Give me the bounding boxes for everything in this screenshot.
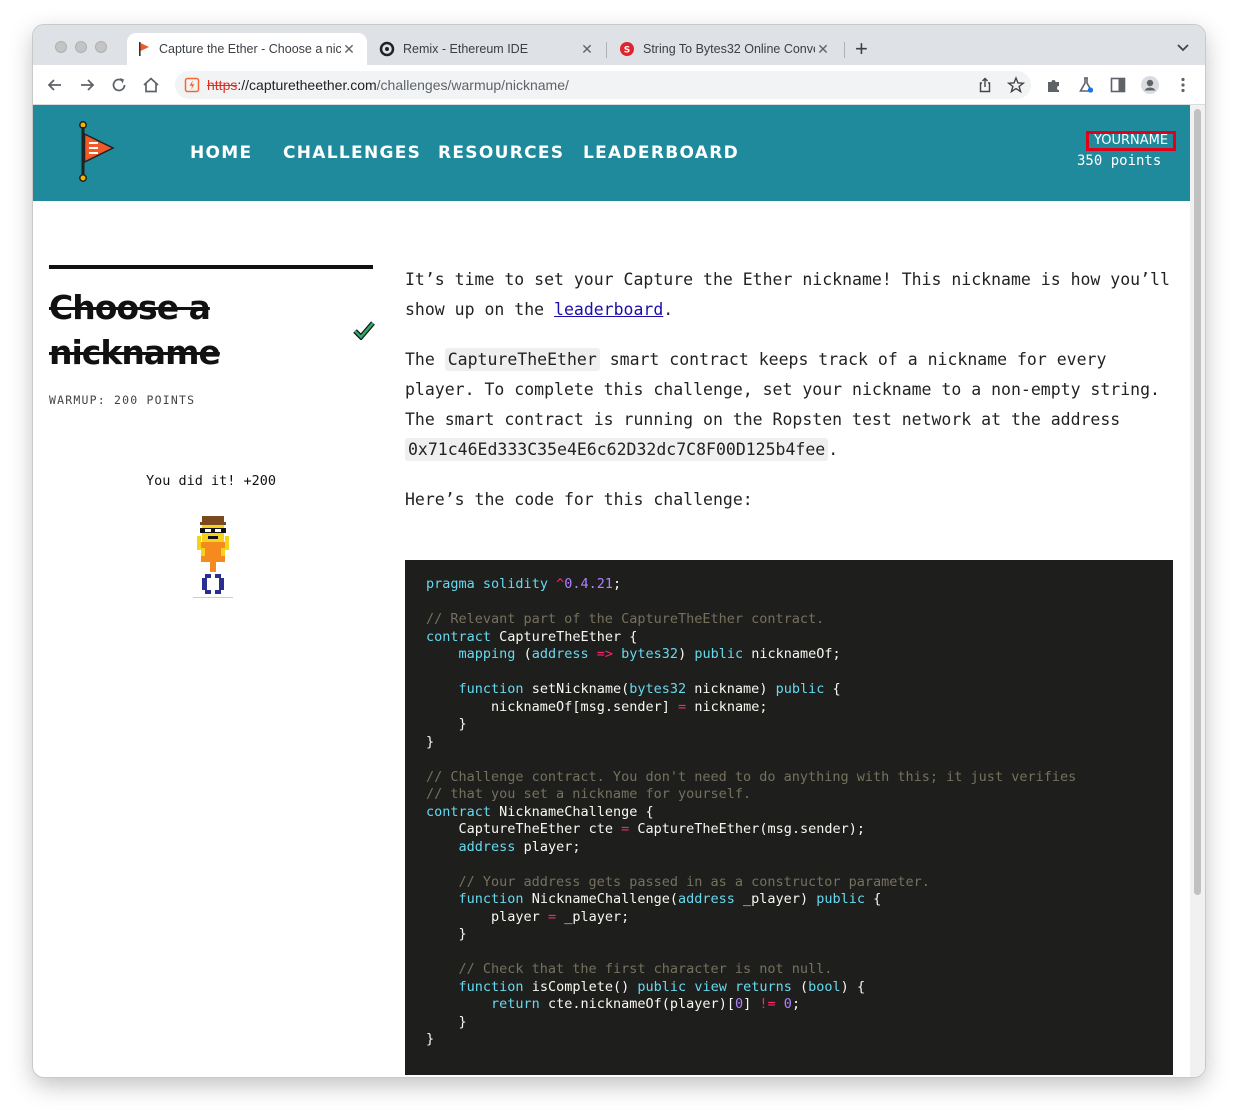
page-viewport: HOME CHALLENGES RESOURCES LEADERBOARD YO…	[33, 105, 1205, 1077]
url-text: https://capturetheether.com/challenges/w…	[207, 77, 569, 93]
code-intro: Here’s the code for this challenge:	[405, 490, 753, 509]
code-line: // Check that the first character is not…	[458, 961, 833, 977]
contract-paragraph: The CaptureTheEther smart contract keeps…	[405, 345, 1175, 465]
code-line: return cte.nicknameOf(player)[0] != 0;	[491, 996, 801, 1012]
site-header: HOME CHALLENGES RESOURCES LEADERBOARD YO…	[33, 105, 1190, 201]
url-scheme: https	[207, 77, 238, 93]
close-tab-icon[interactable]: ✕	[815, 41, 831, 58]
challenge-meta: WARMUP: 200 POINTS	[49, 393, 196, 407]
tab-title: Capture the Ether - Choose a nickname	[159, 42, 341, 56]
username-link[interactable]: YOURNAME	[1086, 131, 1177, 151]
profile-avatar-icon[interactable]	[1140, 75, 1160, 95]
address-bar[interactable]: https://capturetheether.com/challenges/w…	[175, 71, 1031, 99]
leaderboard-link[interactable]: leaderboard	[554, 300, 663, 319]
code-line: CaptureTheEther cte = CaptureTheEther(ms…	[458, 821, 866, 837]
home-icon[interactable]	[141, 75, 161, 95]
code-line: nicknameOf[msg.sender] = nickname;	[491, 698, 768, 715]
close-window-button[interactable]	[55, 41, 67, 53]
pixel-character-avatar	[193, 516, 233, 598]
code-line: contract CaptureTheEther {	[426, 628, 638, 645]
intro-end: .	[663, 300, 674, 319]
code-line: function NicknameChallenge(address _play…	[458, 891, 882, 907]
code-line: mapping (address => bytes32) public nick…	[458, 646, 841, 662]
tab-strip: Capture the Ether - Choose a nickname ✕ …	[33, 25, 1205, 65]
minimize-window-button[interactable]	[75, 41, 87, 53]
forward-arrow-icon[interactable]	[77, 75, 97, 95]
contract-name-code: CaptureTheEther	[444, 348, 600, 371]
site-logo-flag-icon[interactable]	[77, 121, 115, 183]
reload-icon[interactable]	[109, 75, 129, 95]
code-line: }	[426, 733, 435, 750]
tab-remix[interactable]: Remix - Ethereum IDE ✕	[369, 33, 605, 65]
code-line: }	[458, 1013, 467, 1030]
challenge-title: Choose a nickname	[49, 288, 221, 372]
nav-home[interactable]: HOME	[190, 143, 252, 163]
tab-capture-the-ether[interactable]: Capture the Ether - Choose a nickname ✕	[127, 33, 367, 65]
nav-leaderboard[interactable]: LEADERBOARD	[583, 143, 739, 163]
code-line: function setNickname(bytes32 nickname) p…	[458, 681, 841, 697]
side-panel-icon[interactable]	[1108, 75, 1128, 95]
contract-text-1: The	[405, 350, 445, 369]
code-line: contract NicknameChallenge {	[426, 803, 654, 820]
solidity-code-block: pragma solidity ^0.4.21; // Relevant par…	[405, 560, 1173, 1075]
more-menu-icon[interactable]	[1173, 75, 1193, 95]
checkmark-icon	[353, 321, 375, 340]
intro-text: It’s time to set your Capture the Ether …	[405, 270, 1170, 319]
url-separator: ://	[237, 77, 250, 93]
tab-divider	[844, 42, 845, 58]
tab-title: String To Bytes32 Online Converter	[643, 42, 815, 56]
url-path: /challenges/warmup/nickname/	[376, 77, 569, 93]
close-tab-icon[interactable]: ✕	[579, 41, 595, 58]
back-arrow-icon[interactable]	[45, 75, 65, 95]
flag-icon	[139, 42, 149, 56]
bookmark-star-icon[interactable]	[1007, 76, 1025, 94]
close-tab-icon[interactable]: ✕	[341, 41, 357, 58]
code-line: // Challenge contract. You don't need to…	[426, 768, 1077, 785]
not-secure-icon[interactable]	[184, 77, 200, 93]
code-line: }	[426, 1031, 435, 1047]
code-line: // Your address gets passed in as a cons…	[458, 873, 930, 890]
flask-extension-icon[interactable]	[1076, 75, 1096, 95]
new-tab-button[interactable]: +	[855, 38, 868, 60]
converter-icon: S	[620, 42, 634, 56]
contract-address-code: 0x71c46Ed333C35e4E6c62D32dc7C8F00D125b4f…	[405, 438, 829, 461]
success-message: You did it! +200	[145, 473, 277, 489]
code-line: address player;	[458, 838, 581, 855]
contract-text-end: .	[828, 440, 839, 459]
nav-resources[interactable]: RESOURCES	[438, 143, 564, 163]
code-line: }	[458, 926, 467, 942]
divider	[49, 265, 373, 269]
code-line: pragma solidity ^0.4.21;	[426, 576, 622, 592]
svg-text:S: S	[624, 46, 630, 56]
extensions-puzzle-icon[interactable]	[1044, 75, 1064, 95]
zoom-window-button[interactable]	[95, 41, 107, 53]
code-line: // Relevant part of the CaptureTheEther …	[426, 611, 825, 627]
nav-challenges[interactable]: CHALLENGES	[283, 143, 421, 163]
code-line: player = _player;	[491, 908, 630, 925]
challenge-description: It’s time to set your Capture the Ether …	[405, 265, 1175, 515]
tab-title: Remix - Ethereum IDE	[403, 42, 529, 56]
user-points: 350 points	[1077, 153, 1162, 169]
scrollbar-thumb[interactable]	[1194, 109, 1201, 895]
browser-toolbar: https://capturetheether.com/challenges/w…	[33, 65, 1205, 105]
code-line: function isComplete() public view return…	[458, 978, 866, 995]
chevron-down-icon[interactable]	[1175, 39, 1191, 55]
tab-string-to-bytes32[interactable]: S String To Bytes32 Online Converter ✕	[609, 33, 841, 65]
tab-divider	[606, 42, 607, 58]
url-host: capturetheether.com	[249, 77, 377, 93]
remix-icon	[379, 41, 395, 57]
code-line: }	[458, 716, 467, 732]
share-icon[interactable]	[977, 77, 993, 93]
browser-window: Capture the Ether - Choose a nickname ✕ …	[33, 25, 1205, 1077]
intro-paragraph: It’s time to set your Capture the Ether …	[405, 265, 1175, 325]
code-line: // that you set a nickname for yourself.	[426, 786, 752, 802]
